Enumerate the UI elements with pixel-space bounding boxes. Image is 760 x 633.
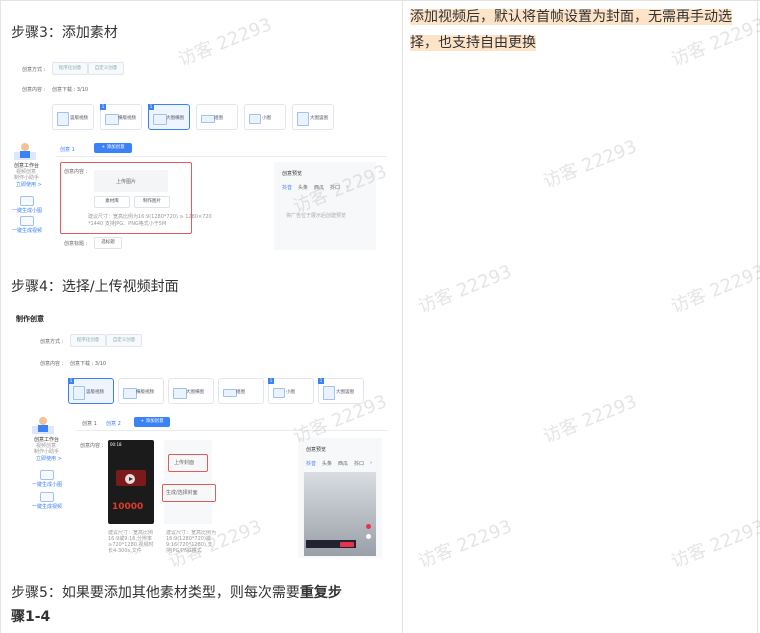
side-link[interactable]: 立即使用 > xyxy=(16,181,42,188)
side-item1[interactable]: 一键生成小图 xyxy=(32,481,62,488)
hint1: 建议尺寸：宽高比例为16:9(1280*720) ≥ 1280×720 xyxy=(88,214,212,220)
side-link[interactable]: 立即使用 > xyxy=(36,455,62,462)
preview-tab-other[interactable]: 抖口 xyxy=(354,460,364,467)
page-title: 制作创意 xyxy=(16,315,44,323)
preview-tab-douyin[interactable]: 抖音 xyxy=(282,184,292,191)
creative-tab[interactable]: 创意 1 xyxy=(60,146,75,153)
title-label: 创意标题 : xyxy=(64,241,88,247)
select-title-button[interactable]: 选标题 xyxy=(94,237,122,249)
preview-tab-toutiao[interactable]: 头条 xyxy=(298,184,308,191)
material-library-button[interactable]: 素材库 xyxy=(94,196,130,208)
tile-small[interactable]: 1 小图 xyxy=(268,378,314,404)
step4-heading: 步骤4：选择/上传视频封面 xyxy=(11,279,179,295)
add-creative-button[interactable]: + 添加创意 xyxy=(94,143,132,153)
side-item2-icon xyxy=(40,492,54,502)
preview-tab-xigua[interactable]: 西瓜 xyxy=(314,184,324,191)
like-icon xyxy=(366,524,371,529)
side-item2[interactable]: 一键生成视频 xyxy=(32,503,62,510)
side-item2[interactable]: 一键生成视频 xyxy=(12,227,42,234)
preview-title: 创意预览 xyxy=(282,171,303,177)
hint-left: 建议尺寸：宽高比例16:9或9:16,分辨率≥720*1280,视频时长4-30… xyxy=(108,530,154,554)
preview-hint: 将广告位于展示后创建预览 xyxy=(286,213,347,219)
preview-title: 创意预览 xyxy=(306,447,327,453)
upload-image[interactable]: 上传图片 xyxy=(116,178,136,185)
tile-group[interactable]: 组图 xyxy=(218,378,264,404)
side-item1-icon xyxy=(20,196,34,206)
tile-small[interactable]: 小图 xyxy=(244,104,286,130)
preview-tab-next[interactable]: › xyxy=(370,460,372,466)
assistant-illustration-icon xyxy=(32,417,54,434)
upload-cover[interactable]: 上传封面 xyxy=(174,459,194,466)
tile-horizontal-video[interactable]: 横版视频 xyxy=(118,378,164,404)
step5-continued: 骤1-4 xyxy=(11,606,50,628)
creative-tab-2[interactable]: 创意 2 xyxy=(106,420,121,427)
step5-text: 步骤5：如果要添加其他素材类型，则每次需要 xyxy=(11,585,300,601)
tile-large-horizontal[interactable]: 大图横图 xyxy=(168,378,214,404)
hint2: *1440 支持JPG、PNG格式小于5M xyxy=(88,221,167,227)
step5-bold1: 重复步 xyxy=(299,585,342,601)
mode-chip-a[interactable]: 程序化创意 xyxy=(70,334,106,347)
step5-heading: 步骤5：如果要添加其他素材类型，则每次需要重复步 xyxy=(11,580,342,606)
tile-large-horizontal[interactable]: 1 大图横图 xyxy=(148,104,190,130)
side-item2-icon xyxy=(20,216,34,226)
material-label: 创意内容 : xyxy=(80,443,104,449)
video-time: 00:18 xyxy=(110,442,122,447)
mode-chip-b[interactable]: 自定义创意 xyxy=(106,334,142,347)
preview-tab-toutiao[interactable]: 头条 xyxy=(322,460,332,467)
preview-tab-douyin[interactable]: 抖音 xyxy=(306,460,316,467)
mode-label: 创意方式 : xyxy=(22,67,46,73)
add-creative-button[interactable]: + 添加创意 xyxy=(134,417,170,427)
play-icon[interactable] xyxy=(125,474,135,484)
tile-vertical-video[interactable]: 竖版视频 xyxy=(52,104,94,130)
creative-tab-1[interactable]: 创意 1 xyxy=(82,420,97,427)
cover-area xyxy=(164,440,212,524)
side-sub2: 制作小助手 xyxy=(34,449,60,455)
content-label: 创意内容 : xyxy=(40,361,64,367)
tile-vertical-video[interactable]: 1 竖版视频 xyxy=(68,378,114,404)
mode-chip-b[interactable]: 自定义创意 xyxy=(88,62,124,75)
table-right-border xyxy=(757,0,758,633)
preview-phone xyxy=(304,472,376,556)
step5-bold2: 骤1-4 xyxy=(11,609,51,625)
table-top-border xyxy=(0,0,760,1)
assistant-illustration-icon xyxy=(14,143,36,160)
tile-group[interactable]: 组图 xyxy=(196,104,238,130)
mode-label: 创意方式 : xyxy=(40,339,64,345)
content-count: 创意下载 : 3/10 xyxy=(52,87,89,93)
make-image-button[interactable]: 制作图片 xyxy=(134,196,170,208)
side-item1-icon xyxy=(40,470,54,480)
step3-heading: 步骤3：添加素材 xyxy=(11,25,118,41)
content-label: 创意内容 : xyxy=(22,87,46,93)
video-number: 10000 xyxy=(112,502,144,512)
screenshot-step4: 制作创意 创意方式 : 程序化创意 自定义创意 创意内容 : 创意下载 : 3/… xyxy=(10,308,394,564)
side-item1[interactable]: 一键生成小图 xyxy=(12,207,42,214)
screenshot-step3: 创意方式 : 程序化创意 自定义创意 创意内容 : 创意下载 : 3/10 竖版… xyxy=(10,58,394,258)
mode-chip-a[interactable]: 程序化创意 xyxy=(52,62,88,75)
video-thumbnail[interactable]: 00:18 10000 xyxy=(108,440,154,524)
note-text: 添加视频后，默认将首帧设置为封面，无需再手动选择，也支持自由更换 xyxy=(410,9,732,51)
preview-tab-xigua[interactable]: 西瓜 xyxy=(338,460,348,467)
column-divider xyxy=(402,0,403,633)
tile-large-vertical[interactable]: 1 大图竖图 xyxy=(318,378,364,404)
note-cell: 添加视频后，默认将首帧设置为封面，无需再手动选择，也支持自由更换 xyxy=(410,4,750,56)
preview-tab-other[interactable]: 抖口 xyxy=(330,184,340,191)
choose-cover[interactable]: 生成/选择封面 xyxy=(166,489,198,496)
tile-large-vertical[interactable]: 大图竖图 xyxy=(292,104,334,130)
hint-right: 建议尺寸：宽高比例为16:9(1280*720)或9:16(720*1280),… xyxy=(166,530,216,554)
tile-horizontal-video[interactable]: 1 横版视频 xyxy=(100,104,142,130)
comment-icon xyxy=(366,534,371,539)
preview-tab-next[interactable]: › xyxy=(346,184,348,190)
content-count: 创意下载 : 3/10 xyxy=(70,361,107,367)
side-sub2: 制作小助手 xyxy=(14,175,40,181)
